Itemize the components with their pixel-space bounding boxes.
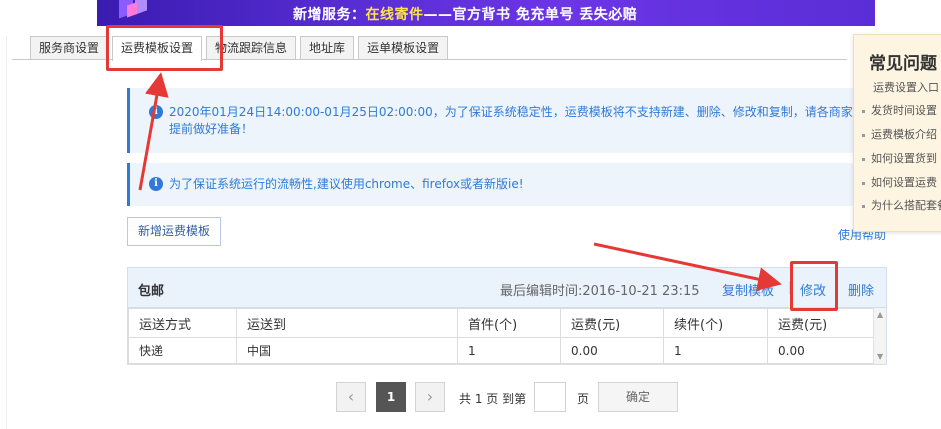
shipping-template-panel: 包邮 最后编辑时间:2016-10-21 23:15 复制模板 | 修改 删除 …	[127, 267, 887, 365]
browser-notice-text: 为了保证系统运行的流畅性,建议使用chrome、firefox或者新版ie!	[169, 177, 524, 191]
column-header: 运费(元)	[560, 308, 664, 338]
table-cell: 快递	[128, 337, 237, 364]
bullet-icon	[862, 157, 865, 161]
scroll-up-icon[interactable]: ▲	[877, 311, 883, 319]
page-total-label: 共 1 页 到第	[459, 392, 527, 406]
maintenance-notice-text: 2020年01月24日14:00:00-01月25日02:00:00，为了保证系…	[169, 105, 853, 136]
promo-banner[interactable]: 新增服务：在线寄件——官方背书 免充单号 丢失必赔	[97, 0, 875, 26]
template-name: 包邮	[138, 284, 165, 299]
annotation-highlight-tab	[106, 25, 223, 71]
bullet-icon	[862, 133, 865, 137]
banner-suffix: ——官方背书 免充单号 丢失必赔	[423, 7, 638, 23]
maintenance-notice: i 2020年01月24日14:00:00-01月25日02:00:00，为了保…	[127, 88, 875, 153]
annotation-highlight-edit	[790, 261, 838, 311]
current-page-button[interactable]: 1	[376, 382, 406, 412]
tab-address-book[interactable]: 地址库	[300, 36, 355, 59]
faq-title: 常见问题	[869, 54, 937, 74]
notice-accent-bar	[127, 163, 130, 206]
tab-waybill-template[interactable]: 运单模板设置	[358, 36, 449, 59]
faq-item-label: 如何设置货到	[871, 152, 937, 165]
settings-tabs: 服务商设置 运费模板设置 物流跟踪信息 地址库 运单模板设置	[30, 36, 452, 61]
column-header: 运送方式	[128, 308, 237, 338]
column-header: 运送到	[236, 308, 458, 338]
template-header: 包邮 最后编辑时间:2016-10-21 23:15 复制模板 | 修改 删除	[128, 268, 886, 308]
faq-item-label: 如何设置运费	[871, 176, 937, 189]
faq-item-label: 为什么搭配套餐前设置的模板	[871, 199, 941, 212]
tab-service-provider[interactable]: 服务商设置	[30, 36, 109, 59]
bullet-icon	[862, 204, 865, 208]
table-cell: 1	[457, 337, 561, 364]
column-header: 首件(个)	[457, 308, 561, 338]
bullet-icon	[862, 181, 865, 185]
table-cell: 0.00	[560, 337, 664, 364]
new-template-button[interactable]: 新增运费模板	[127, 217, 221, 246]
next-page-button[interactable]: ›	[415, 382, 445, 412]
faq-panel: 常见问题 运费设置入口 发货时间设置 运费模板介绍 如何设置货到 如何设置运费 …	[853, 34, 941, 232]
faq-item-label: 运费模板介绍	[871, 128, 937, 141]
last-edited-time: 最后编辑时间:2016-10-21 23:15	[500, 284, 700, 299]
table-cell: 1	[663, 337, 768, 364]
table-cell: 0.00	[767, 337, 874, 364]
banner-text: 新增服务：在线寄件——官方背书 免充单号 丢失必赔	[293, 4, 637, 24]
confirm-page-button[interactable]: 确定	[598, 382, 678, 412]
faq-item[interactable]: 发货时间设置	[862, 99, 941, 123]
notice-accent-bar	[127, 88, 130, 153]
table-row: 快递 中国 1 0.00 1 0.00	[128, 337, 874, 364]
column-header: 运费(元)	[767, 308, 874, 338]
scroll-down-icon[interactable]: ▼	[877, 353, 883, 361]
browser-notice: i 为了保证系统运行的流畅性,建议使用chrome、firefox或者新版ie!	[127, 163, 875, 206]
rates-table: 运送方式 运送到 首件(个) 运费(元) 续件(个) 运费(元) 快递 中国 1…	[128, 308, 874, 364]
info-icon: i	[149, 105, 163, 119]
banner-decoration-icon	[119, 0, 147, 19]
faq-item-label: 发货时间设置	[871, 104, 937, 117]
faq-list: 发货时间设置 运费模板介绍 如何设置货到 如何设置运费 为什么搭配套餐前设置的模…	[862, 99, 941, 223]
copy-template-link[interactable]: 复制模板	[722, 280, 774, 299]
page-unit-label: 页	[577, 392, 590, 406]
banner-prefix: 新增服务：	[293, 7, 366, 23]
faq-entry-link[interactable]: 运费设置入口	[873, 79, 939, 95]
page-number-input[interactable]	[534, 382, 566, 412]
info-icon: i	[149, 177, 163, 191]
faq-item[interactable]: 为什么搭配套餐前设置的模板	[862, 195, 941, 223]
prev-page-button[interactable]: ‹	[336, 382, 366, 412]
table-scrollbar[interactable]: ▲ ▼	[873, 308, 886, 364]
delete-template-link[interactable]: 删除	[848, 280, 874, 299]
faq-item[interactable]: 运费模板介绍	[862, 123, 941, 147]
faq-item[interactable]: 如何设置运费	[862, 171, 941, 195]
table-cell: 中国	[236, 337, 458, 364]
faq-item[interactable]: 如何设置货到	[862, 147, 941, 171]
left-divider	[6, 36, 7, 429]
table-header-row: 运送方式 运送到 首件(个) 运费(元) 续件(个) 运费(元)	[128, 308, 874, 338]
column-header: 续件(个)	[663, 308, 768, 338]
bullet-icon	[862, 109, 865, 113]
logistics-settings-page: 新增服务：在线寄件——官方背书 免充单号 丢失必赔 服务商设置 运费模板设置 物…	[0, 0, 941, 429]
banner-highlight: 在线寄件	[365, 7, 424, 23]
